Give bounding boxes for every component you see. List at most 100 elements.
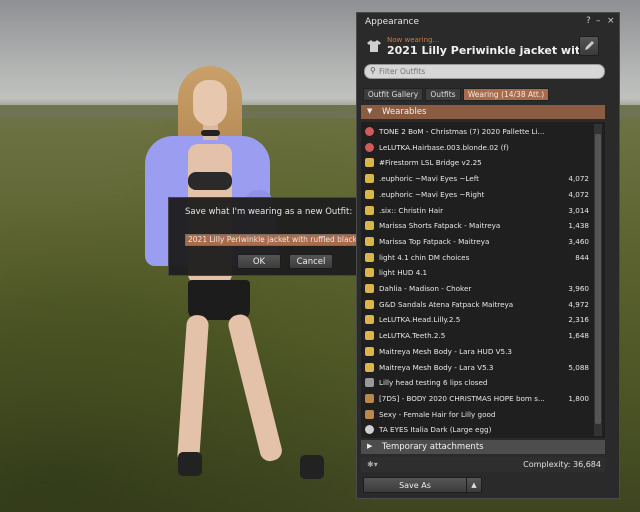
item-type-icon — [365, 127, 374, 136]
item-type-icon — [365, 189, 374, 199]
collapse-arrow-icon: ▼ — [367, 107, 373, 115]
avatar-top — [188, 172, 232, 190]
avatar-shoe-left — [178, 452, 202, 476]
list-item[interactable]: LeLUTKA.Teeth.2.5 1,648 — [361, 328, 595, 344]
item-type-icon — [365, 252, 374, 262]
help-icon[interactable]: ? — [586, 16, 591, 26]
item-name: Sexy - Female Hair for Lilly good — [379, 409, 496, 419]
list-item[interactable]: G&D Sandals Atena Fatpack Maitreya 4,972 — [361, 297, 595, 313]
list-item[interactable]: TONE 2 BoM - Christmas (7) 2020 Pallette… — [361, 124, 595, 140]
edit-outfit-button[interactable] — [579, 36, 599, 56]
list-item[interactable]: LeLUTKA.Hairbase.003.blonde.02 (f) — [361, 140, 595, 156]
scrollbar-thumb[interactable] — [595, 134, 601, 424]
list-item[interactable]: light 4.1 chin DM choices 844 — [361, 250, 595, 266]
item-name: LeLUTKA.Teeth.2.5 — [379, 331, 446, 341]
item-name: Maitreya Mesh Body - Lara V5.3 — [379, 362, 494, 372]
save-as-control: Save As ▲ — [363, 477, 482, 493]
item-type-icon — [365, 378, 374, 388]
list-item[interactable]: Sexy - Female Hair for Lilly good — [361, 407, 595, 423]
item-complexity: 1,648 — [568, 331, 589, 341]
item-type-icon — [365, 268, 374, 278]
item-complexity: 3,014 — [568, 205, 589, 215]
avatar[interactable] — [120, 60, 350, 500]
list-item[interactable]: #Firestorm LSL Bridge v2.25 — [361, 155, 595, 171]
appearance-panel: Appearance ? – × Now wearing... 2021 Lil… — [356, 12, 620, 499]
search-icon: ⚲ — [370, 66, 376, 75]
item-name: Marissa Shorts Fatpack - Maitreya — [379, 221, 501, 231]
list-item[interactable]: .euphoric ~Mavi Eyes ~Right 4,072 — [361, 187, 595, 203]
item-type-icon — [365, 346, 374, 356]
list-item[interactable]: [7DS] - BODY 2020 CHRISTMAS HOPE bom s..… — [361, 391, 595, 407]
item-name: Lilly head testing 6 lips closed — [379, 378, 488, 388]
temporary-attachments-header[interactable]: ▶ Temporary attachments — [361, 440, 605, 454]
dialog-prompt: Save what I'm wearing as a new Outfit: — [185, 207, 353, 217]
item-type-icon — [365, 331, 374, 341]
item-complexity: 844 — [575, 252, 589, 262]
item-name: light 4.1 chin DM choices — [379, 252, 470, 262]
item-type-icon — [365, 236, 374, 246]
item-complexity: 4,072 — [568, 174, 589, 184]
item-name: [7DS] - BODY 2020 CHRISTMAS HOPE bom s..… — [379, 393, 545, 403]
list-item[interactable]: Marissa Shorts Fatpack - Maitreya 1,438 — [361, 218, 595, 234]
item-complexity: 2,316 — [568, 315, 589, 325]
list-item[interactable]: TA EYES Italia Dark (Large egg) — [361, 422, 595, 438]
item-name: light HUD 4.1 — [379, 268, 428, 278]
cancel-button[interactable]: Cancel — [289, 254, 333, 269]
filter-outfits-input[interactable] — [379, 65, 599, 78]
tab-wearing[interactable]: Wearing (14/38 Att.) — [463, 88, 549, 101]
now-wearing-label: Now wearing... — [387, 36, 440, 44]
wearing-list: TONE 2 BoM - Christmas (7) 2020 Pallette… — [361, 122, 605, 438]
temporary-attachments-label: Temporary attachments — [382, 442, 484, 452]
avatar-leg-right — [226, 312, 284, 464]
item-name: TA EYES Italia Dark (Large egg) — [379, 425, 492, 435]
item-type-icon — [365, 142, 374, 152]
item-type-icon — [365, 393, 374, 403]
item-type-icon — [365, 362, 374, 372]
list-item[interactable]: LeLUTKA.Head.Lilly.2.5 2,316 — [361, 312, 595, 328]
panel-title: Appearance — [365, 17, 420, 27]
item-type-icon — [365, 284, 374, 293]
avatar-shoe-right — [300, 455, 324, 479]
gear-icon[interactable]: ✱▾ — [367, 460, 378, 469]
item-name: LeLUTKA.Head.Lilly.2.5 — [379, 315, 461, 325]
outfit-name-input[interactable]: 2021 Lilly Periwinkle jacket with ruffle… — [185, 234, 385, 246]
list-scrollbar[interactable] — [594, 124, 602, 436]
ok-button[interactable]: OK — [237, 254, 281, 269]
item-complexity: 3,460 — [568, 236, 589, 246]
save-as-button[interactable]: Save As — [363, 477, 467, 493]
list-item[interactable]: Maitreya Mesh Body - Lara V5.3 5,088 — [361, 360, 595, 376]
list-item[interactable]: .euphoric ~Mavi Eyes ~Left 4,072 — [361, 171, 595, 187]
item-type-icon — [365, 158, 374, 168]
wearables-section-label: Wearables — [382, 107, 427, 117]
item-type-icon — [365, 299, 374, 309]
tab-outfits[interactable]: Outfits — [425, 88, 461, 101]
item-type-icon — [365, 315, 374, 325]
minimize-icon[interactable]: – — [596, 16, 601, 26]
item-name: .euphoric ~Mavi Eyes ~Right — [379, 189, 485, 199]
item-complexity: 1,438 — [568, 221, 589, 231]
filter-outfits-field[interactable]: ⚲ — [364, 64, 605, 79]
list-item[interactable]: Lilly head testing 6 lips closed — [361, 375, 595, 391]
item-name: LeLUTKA.Hairbase.003.blonde.02 (f) — [379, 142, 509, 152]
titlebar[interactable]: Appearance ? – × — [357, 13, 619, 31]
save-as-dropdown-icon[interactable]: ▲ — [466, 477, 482, 493]
avatar-choker — [201, 130, 220, 136]
item-name: .euphoric ~Mavi Eyes ~Left — [379, 174, 479, 184]
close-icon[interactable]: × — [607, 16, 615, 26]
list-item[interactable]: light HUD 4.1 — [361, 265, 595, 281]
wearables-section-header[interactable]: ▼ Wearables — [361, 105, 605, 119]
item-name: Marissa Top Fatpack - Maitreya — [379, 236, 490, 246]
item-name: TONE 2 BoM - Christmas (7) 2020 Pallette… — [379, 127, 545, 136]
item-name: Maitreya Mesh Body - Lara HUD V5.3 — [379, 346, 512, 356]
item-type-icon — [365, 205, 374, 215]
current-outfit-name: 2021 Lilly Periwinkle jacket with ... — [387, 44, 585, 57]
list-item[interactable]: Maitreya Mesh Body - Lara HUD V5.3 — [361, 344, 595, 360]
list-item[interactable]: Dahlia - Madison - Choker 3,960 — [361, 281, 595, 297]
item-complexity: 4,072 — [568, 189, 589, 199]
item-complexity: 3,960 — [568, 284, 589, 293]
tab-outfit-gallery[interactable]: Outfit Gallery — [363, 88, 423, 101]
list-item[interactable]: .six:: Christin Hair 3,014 — [361, 203, 595, 219]
expand-arrow-icon: ▶ — [367, 442, 373, 450]
list-item[interactable]: Marissa Top Fatpack - Maitreya 3,460 — [361, 234, 595, 250]
item-type-icon — [365, 174, 374, 184]
